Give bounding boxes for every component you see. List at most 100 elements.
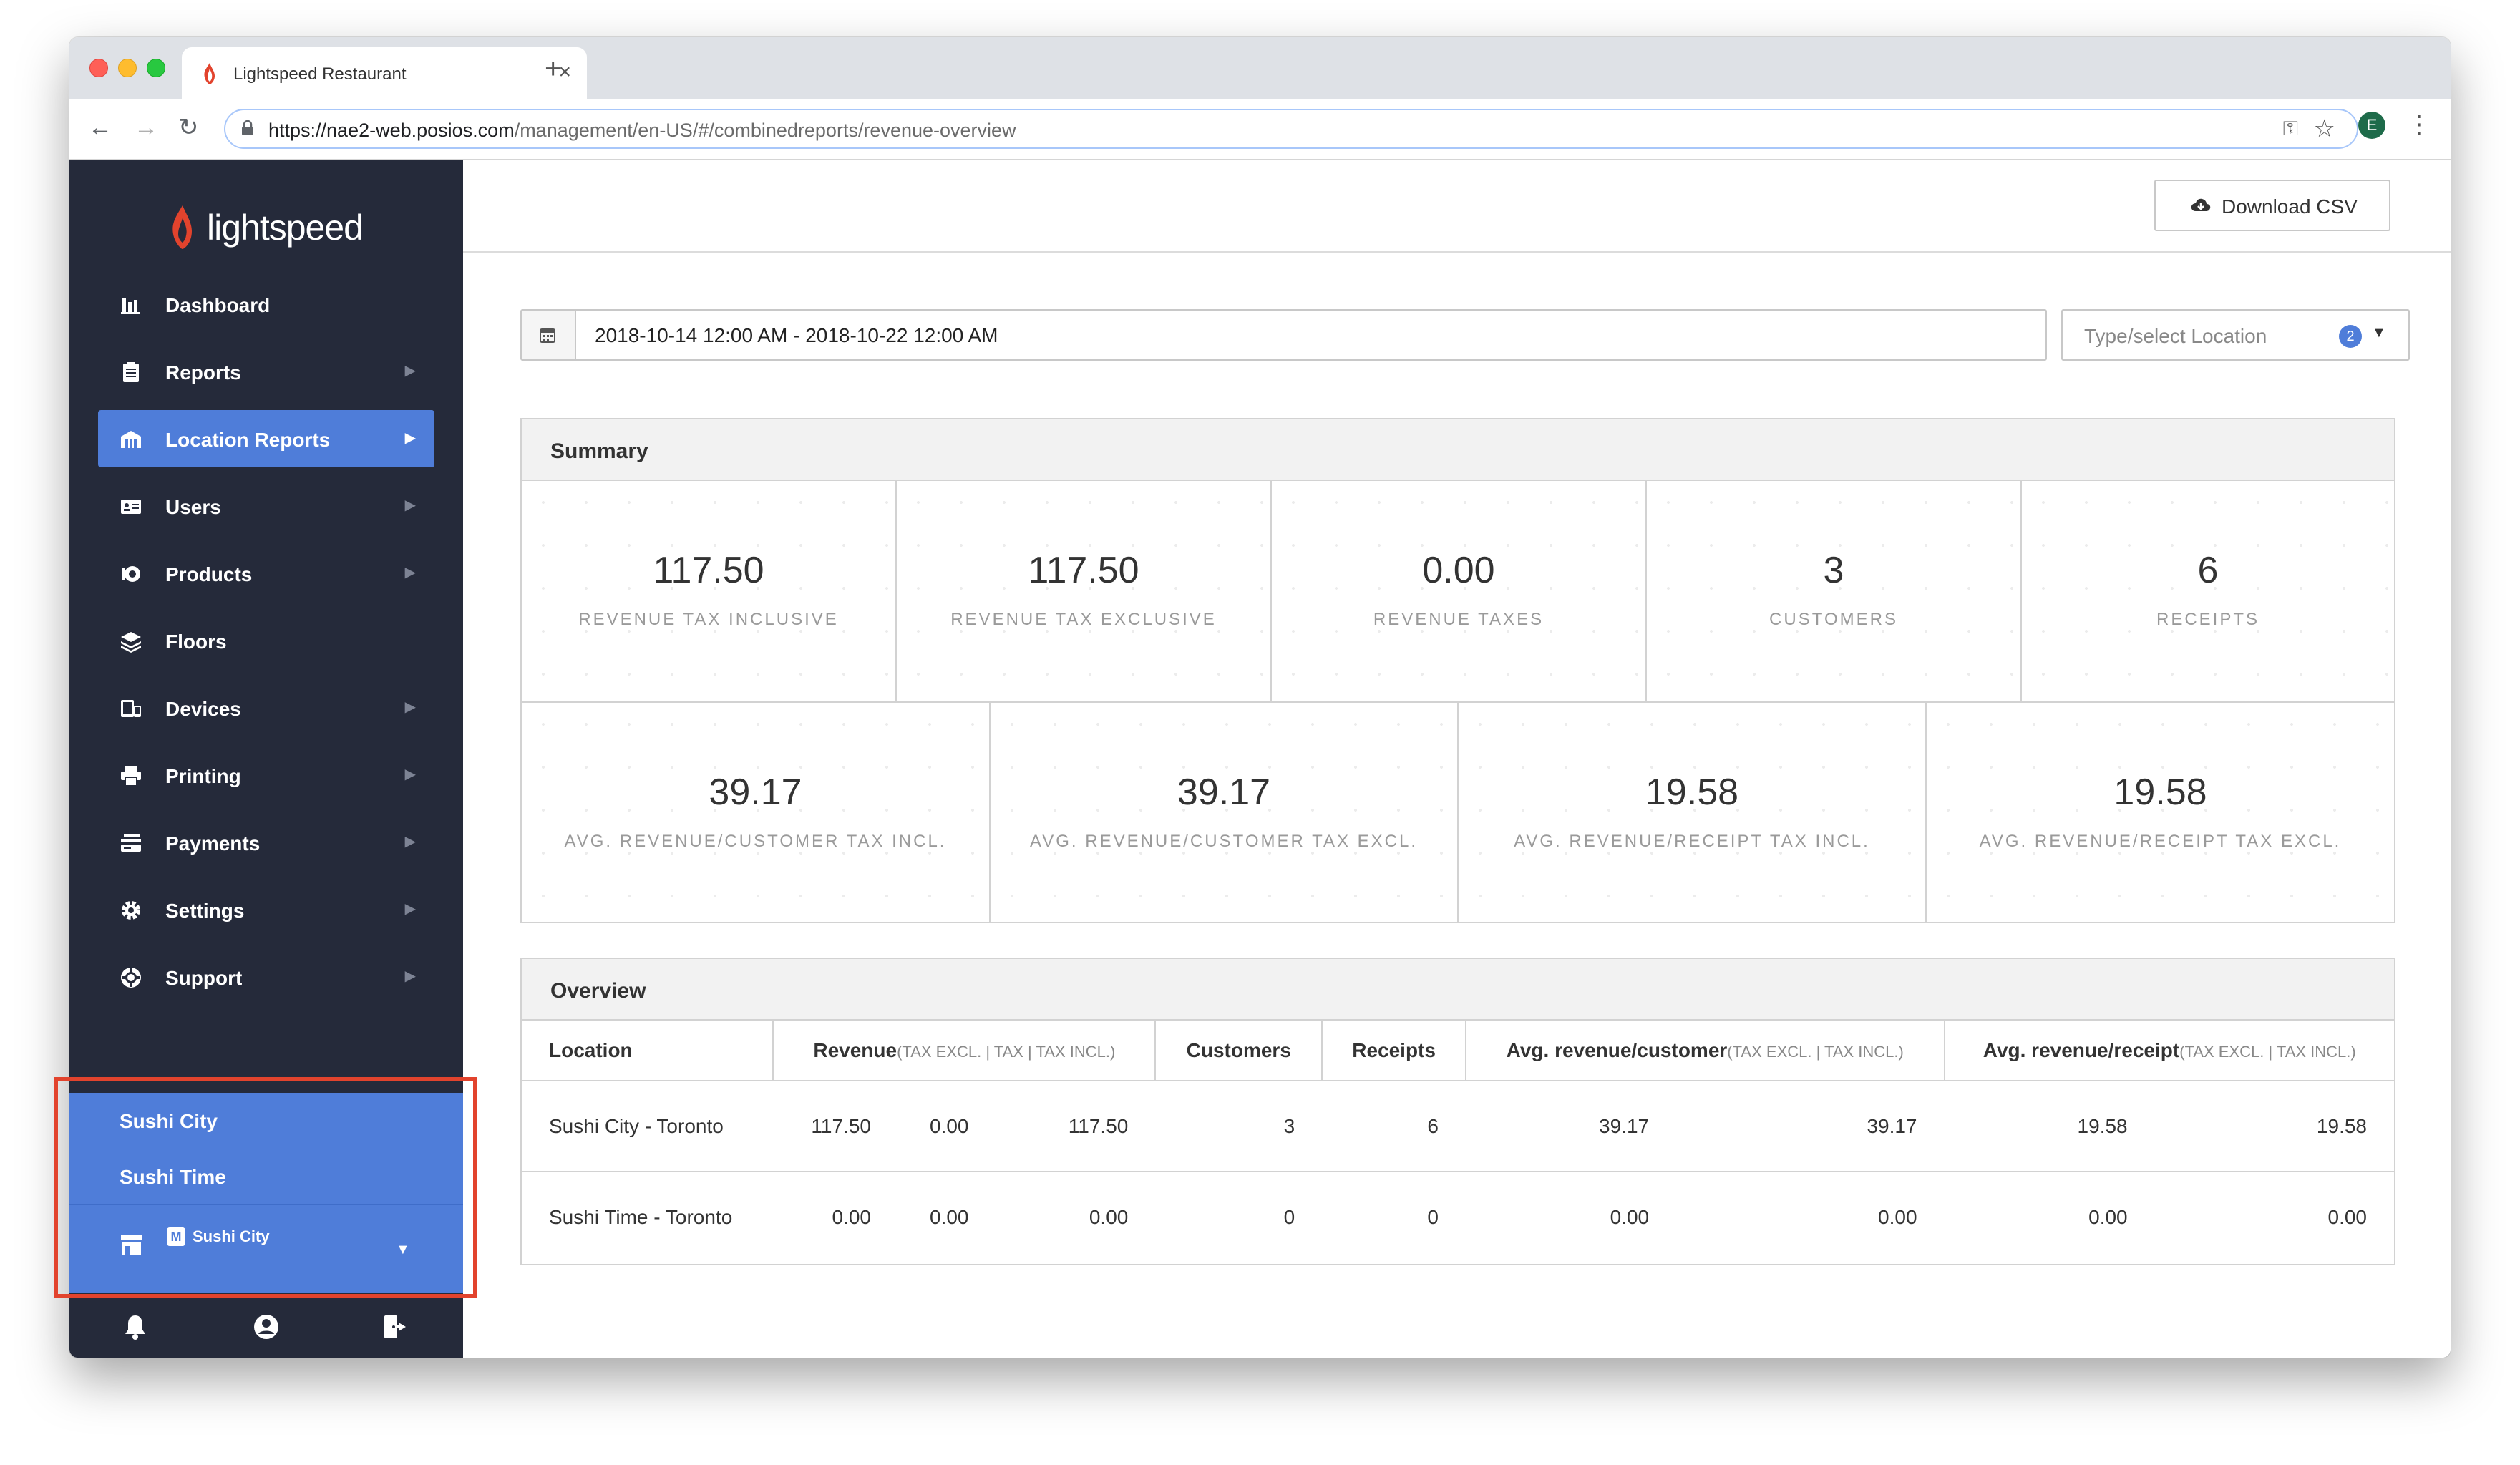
cell-avg-customer-incl: 0.00 [1878,1205,1917,1228]
cell-avg-receipt-excl: 0.00 [2088,1205,2128,1228]
content-header: Download CSV [463,160,2451,253]
metric-label: AVG. REVENUE/CUSTOMER TAX EXCL. [1030,832,1418,851]
sidebar-item-label: Support [165,967,243,989]
sidebar-item-dashboard[interactable]: Dashboard [98,276,434,333]
location-option-sushi-time[interactable]: Sushi Time [69,1149,463,1205]
cloud-download-icon [2191,198,2211,211]
sidebar-item-label: Products [165,563,253,585]
logo-text: lightspeed [207,208,364,248]
sidebar-item-label: Dashboard [165,294,271,316]
cell-customers: 3 [1155,1081,1323,1172]
metric-receipts: 6 RECEIPTS [2022,481,2394,703]
sidebar-item-users[interactable]: Users ▶ [98,477,434,535]
calendar-button[interactable] [522,311,576,359]
metric-label: CUSTOMERS [1769,610,1898,629]
metric-revenue-tax-exclusive: 117.50 REVENUE TAX EXCLUSIVE [897,481,1272,703]
cell-avg-receipt-incl: 19.58 [2154,1081,2394,1172]
chevron-right-icon: ▶ [404,699,416,715]
summary-panel: Summary 117.50 REVENUE TAX INCLUSIVE 117… [520,418,2395,923]
summary-title: Summary [550,439,648,463]
column-header-customers[interactable]: Customers [1155,1021,1323,1081]
bell-icon[interactable] [121,1313,150,1341]
chevron-right-icon: ▶ [404,363,416,379]
cell-receipts: 6 [1322,1081,1466,1172]
url-host: https://nae2-web.posios.com [268,120,515,141]
metric-customers: 3 CUSTOMERS [1647,481,2022,703]
sidebar-item-label: Users [165,496,221,518]
app-area: lightspeed Dashboard Reports ▶ Location … [69,160,2451,1358]
date-range-picker[interactable]: 2018-10-14 12:00 AM - 2018-10-22 12:00 A… [520,309,2047,361]
cell-customers: 0 [1283,1205,1295,1228]
cell-avg-customer-excl: 39.17 [1465,1081,1677,1172]
close-window-button[interactable] [89,59,108,77]
address-bar[interactable]: https://nae2-web.posios.com/management/e… [224,109,2358,149]
maximize-window-button[interactable] [147,59,165,77]
current-location-selector[interactable]: M Sushi City ▼ [69,1204,463,1293]
sidebar-item-floors[interactable]: Floors [98,612,434,669]
minimize-window-button[interactable] [118,59,137,77]
sidebar-item-location-reports[interactable]: Location Reports ▶ [98,410,434,467]
sign-out-icon[interactable] [381,1313,410,1341]
key-icon[interactable]: ⚿ [2283,117,2298,141]
back-arrow-icon[interactable]: ← [88,113,112,142]
clipboard-icon [123,362,139,382]
metric-label: REVENUE TAXES [1373,610,1544,629]
chevron-right-icon: ▶ [404,968,416,984]
sidebar-item-label: Location Reports [165,429,331,451]
location-option-sushi-city[interactable]: Sushi City [69,1093,463,1149]
metric-value: 117.50 [653,550,764,591]
metric-label: AVG. REVENUE/CUSTOMER TAX INCL. [564,832,947,851]
metric-value: 19.58 [1645,772,1739,813]
url-path: /management/en-US/#/combinedreports/reve… [514,120,1016,141]
metric-label: AVG. REVENUE/RECEIPT TAX EXCL. [1979,832,2342,851]
sidebar-item-products[interactable]: Products ▶ [98,545,434,602]
store-icon [121,1235,142,1255]
new-tab-button[interactable]: + [545,54,561,83]
sidebar-item-settings[interactable]: Settings ▶ [98,881,434,938]
cell-receipts: 0 [1427,1205,1439,1228]
sidebar-item-label: Devices [165,698,241,720]
reload-icon[interactable]: ↻ [178,113,199,142]
sidebar-item-devices[interactable]: Devices ▶ [98,679,434,736]
calendar-icon [540,328,555,343]
cell-revenue-tax: 0.00 [930,1205,969,1228]
sidebar-item-support[interactable]: Support ▶ [98,948,434,1006]
cell-avg-customer-excl: 0.00 [1610,1205,1650,1228]
overview-table: Location Revenue(TAX EXCL. | TAX | TAX I… [522,1021,2394,1262]
table-header-row: Location Revenue(TAX EXCL. | TAX | TAX I… [522,1021,2394,1081]
column-header-avg-receipt[interactable]: Avg. revenue/receipt(TAX EXCL. | TAX INC… [1944,1021,2394,1081]
column-header-avg-customer[interactable]: Avg. revenue/customer(TAX EXCL. | TAX IN… [1465,1021,1945,1081]
bookmark-star-icon[interactable]: ☆ [2314,115,2335,143]
summary-panel-header: Summary [522,419,2394,481]
column-header-location[interactable]: Location [522,1021,774,1081]
profile-avatar[interactable]: E [2358,112,2385,139]
sidebar-item-printing[interactable]: Printing ▶ [98,746,434,804]
location-select[interactable]: Type/select Location 2 ▼ [2061,309,2410,361]
browser-menu-icon[interactable]: ⋮ [2407,110,2431,139]
metric-revenue-taxes: 0.00 REVENUE TAXES [1272,481,1647,703]
browser-tab[interactable]: Lightspeed Restaurant × [182,47,587,99]
metric-value: 19.58 [2113,772,2207,813]
metric-revenue-tax-inclusive: 117.50 REVENUE TAX INCLUSIVE [522,481,897,703]
lightspeed-logo[interactable]: lightspeed [167,204,381,254]
tab-title: Lightspeed Restaurant [233,64,407,84]
lightspeed-flame-icon [204,63,215,84]
cell-revenue-tax: 0.00 [897,1081,996,1172]
chevron-right-icon: ▶ [404,901,416,917]
sidebar-item-label: Floors [165,631,227,653]
sidebar-item-payments[interactable]: Payments ▶ [98,814,434,871]
sidebar: lightspeed Dashboard Reports ▶ Location … [69,160,463,1358]
lock-icon [242,120,253,135]
download-csv-button[interactable]: Download CSV [2154,180,2390,231]
user-account-icon[interactable] [252,1313,281,1341]
column-header-revenue[interactable]: Revenue(TAX EXCL. | TAX | TAX INCL.) [773,1021,1157,1081]
chevron-down-icon: ▼ [396,1242,410,1257]
forward-arrow-icon[interactable]: → [134,113,158,142]
column-header-receipts[interactable]: Receipts [1322,1021,1466,1081]
location-switcher: Sushi City Sushi Time M Sushi City ▼ [69,1093,463,1293]
sidebar-item-reports[interactable]: Reports ▶ [98,343,434,400]
location-select-placeholder: Type/select Location [2084,325,2267,347]
cell-revenue-incl: 0.00 [1089,1205,1129,1228]
cell-revenue-excl: 0.00 [832,1205,871,1228]
sidebar-footer [69,1293,463,1358]
